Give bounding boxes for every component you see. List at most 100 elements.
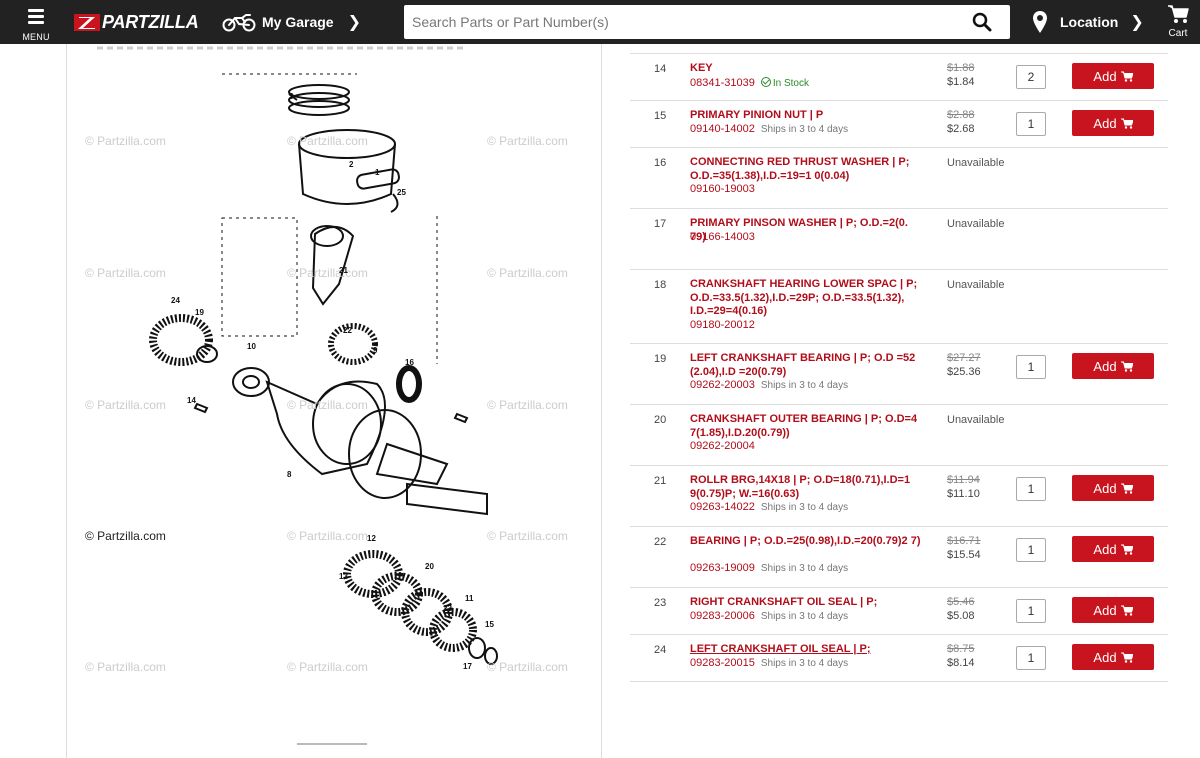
- callout-label[interactable]: 23: [443, 604, 452, 613]
- search-icon[interactable]: [972, 12, 992, 32]
- part-number[interactable]: 09283-20006: [690, 610, 755, 622]
- quantity-input[interactable]: 1: [1016, 112, 1046, 136]
- callout-label[interactable]: 1: [375, 168, 379, 177]
- callout-label[interactable]: 25: [397, 188, 406, 197]
- part-number[interactable]: 09160-19003: [690, 183, 755, 195]
- part-name-link[interactable]: LEFT CRANKSHAFT BEARING | P; O.D =52 (2.…: [690, 352, 926, 379]
- add-to-cart-button[interactable]: Add: [1072, 475, 1154, 501]
- add-to-cart-button[interactable]: Add: [1072, 644, 1154, 670]
- callout-label[interactable]: 13: [339, 572, 348, 581]
- callout-label[interactable]: 10: [247, 342, 256, 351]
- quantity-input[interactable]: 1: [1016, 355, 1046, 379]
- callout-label[interactable]: 24: [171, 296, 180, 305]
- part-sku-row: 09263-19009 Ships in 3 to 4 days: [690, 562, 848, 574]
- callout-label[interactable]: 17: [463, 662, 472, 671]
- sale-price: $1.84: [947, 75, 975, 88]
- quantity-input[interactable]: 2: [1016, 65, 1046, 89]
- my-garage-link[interactable]: My Garage ❯: [222, 8, 361, 36]
- callout-label[interactable]: 14: [187, 396, 196, 405]
- part-name-link[interactable]: PRIMARY PINION NUT | P: [690, 109, 926, 123]
- part-name-link[interactable]: RIGHT CRANKSHAFT OIL SEAL | P;: [690, 596, 926, 610]
- part-name-link[interactable]: KEY: [690, 62, 926, 76]
- part-name-link[interactable]: BEARING | P; O.D.=25(0.98),I.D.=20(0.79)…: [690, 535, 926, 549]
- part-name-link[interactable]: CRANKSHAFT HEARING LOWER SPAC | P; O.D.=…: [690, 278, 926, 319]
- watermark: © Partzilla.com: [287, 529, 368, 543]
- motorcycle-icon: [222, 14, 256, 32]
- shipping-status: Ships in 3 to 4 days: [760, 610, 849, 622]
- quantity-input[interactable]: 1: [1016, 538, 1046, 562]
- part-number[interactable]: 09262-20003: [690, 379, 755, 391]
- add-to-cart-button[interactable]: Add: [1072, 597, 1154, 623]
- watermark: © Partzilla.com: [287, 660, 368, 674]
- part-number[interactable]: 09263-19009: [690, 562, 755, 574]
- sale-price: $5.08: [947, 609, 975, 622]
- part-row: 22 BEARING | P; O.D.=25(0.98),I.D.=20(0.7…: [630, 527, 1168, 588]
- part-number[interactable]: 08341-31039: [690, 77, 755, 89]
- callout-label[interactable]: 19: [195, 308, 204, 317]
- part-reference-number: 23: [654, 597, 667, 609]
- part-reference-number: 16: [654, 157, 667, 169]
- callout-label[interactable]: 9: [373, 346, 377, 355]
- part-reference-number: 14: [654, 63, 667, 75]
- price-block: $5.46 $5.08: [947, 596, 975, 623]
- watermark: © Partzilla.com: [487, 134, 568, 148]
- price-block: $1.88 $1.84: [947, 62, 975, 89]
- part-name-link[interactable]: CONNECTING RED THRUST WASHER | P; O.D.=3…: [690, 156, 926, 183]
- stock-status-text: In Stock: [772, 77, 809, 89]
- quantity-input[interactable]: 1: [1016, 599, 1046, 623]
- price-block: $11.94 $11.10: [947, 474, 980, 501]
- original-price: $16.71: [947, 535, 981, 547]
- part-sku-row: 08341-31039 In Stock: [690, 76, 809, 89]
- parts-diagram[interactable]: © Partzilla.com © Partzilla.com © Partzi…: [66, 44, 602, 758]
- sale-price: $11.10: [947, 487, 980, 500]
- part-name-link[interactable]: ROLLR BRG,14X18 | P; O.D=18(0.71),I.D=1 …: [690, 474, 926, 501]
- part-number[interactable]: 09263-14022: [690, 501, 755, 513]
- add-to-cart-button[interactable]: Add: [1072, 536, 1154, 562]
- map-pin-icon: [1033, 11, 1047, 33]
- search-input[interactable]: [404, 5, 964, 39]
- callout-label[interactable]: 8: [287, 470, 291, 479]
- part-number[interactable]: 09283-20015: [690, 657, 755, 669]
- search-bar: [404, 5, 1010, 39]
- callout-label[interactable]: 20: [425, 562, 434, 571]
- callout-label[interactable]: 21: [339, 266, 348, 275]
- part-reference-number: 19: [654, 353, 667, 365]
- quantity-input[interactable]: 1: [1016, 646, 1046, 670]
- unavailable-status: Unavailable: [947, 279, 1005, 291]
- callout-label[interactable]: 22: [343, 326, 352, 335]
- part-reference-number: 15: [654, 110, 667, 122]
- hamburger-icon: [28, 9, 44, 24]
- cart-button[interactable]: Cart: [1162, 4, 1194, 40]
- part-number[interactable]: 09166-14003: [690, 231, 755, 243]
- callout-label[interactable]: 2: [349, 160, 353, 169]
- callout-label[interactable]: 3: [289, 92, 293, 101]
- watermark: © Partzilla.com: [85, 266, 166, 280]
- parts-list: 14 KEY 08341-31039 In Stock $1.88 $1.84 2 Add 15…: [630, 44, 1168, 684]
- callout-label[interactable]: 12: [367, 534, 376, 543]
- callout-label[interactable]: 11: [465, 594, 473, 603]
- part-number[interactable]: 09140-14002: [690, 123, 755, 135]
- menu-label: MENU: [22, 32, 50, 42]
- part-number[interactable]: 09180-20012: [690, 319, 755, 331]
- part-name-link[interactable]: LEFT CRANKSHAFT OIL SEAL | P;: [690, 643, 926, 657]
- unavailable-status: Unavailable: [947, 414, 1005, 426]
- add-to-cart-button[interactable]: Add: [1072, 353, 1154, 379]
- shipping-status: Ships in 3 to 4 days: [760, 502, 849, 513]
- part-name-link[interactable]: CRANKSHAFT OUTER BEARING | P; O.D=4 7(1.…: [690, 413, 926, 440]
- original-price: $5.46: [947, 596, 975, 608]
- menu-button[interactable]: MENU: [16, 5, 56, 42]
- add-to-cart-button[interactable]: Add: [1072, 63, 1154, 89]
- quantity-input[interactable]: 1: [1016, 477, 1046, 501]
- part-number[interactable]: 09262-20004: [690, 440, 755, 452]
- part-row: 14 KEY 08341-31039 In Stock $1.88 $1.84 2 Add: [630, 54, 1168, 101]
- logo-text: PARTZILLA: [102, 11, 199, 32]
- partzilla-logo[interactable]: PARTZILLA: [74, 11, 199, 33]
- part-row: 21 ROLLR BRG,14X18 | P; O.D=18(0.71),I.D=…: [630, 466, 1168, 527]
- callout-label[interactable]: 15: [485, 620, 494, 629]
- part-reference-number: 18: [654, 279, 667, 291]
- shopping-cart-icon: [1168, 5, 1189, 23]
- add-to-cart-button[interactable]: Add: [1072, 110, 1154, 136]
- price-block: $2.88 $2.68: [947, 109, 975, 136]
- location-link[interactable]: Location ❯: [1032, 8, 1144, 36]
- callout-label[interactable]: 16: [405, 358, 414, 367]
